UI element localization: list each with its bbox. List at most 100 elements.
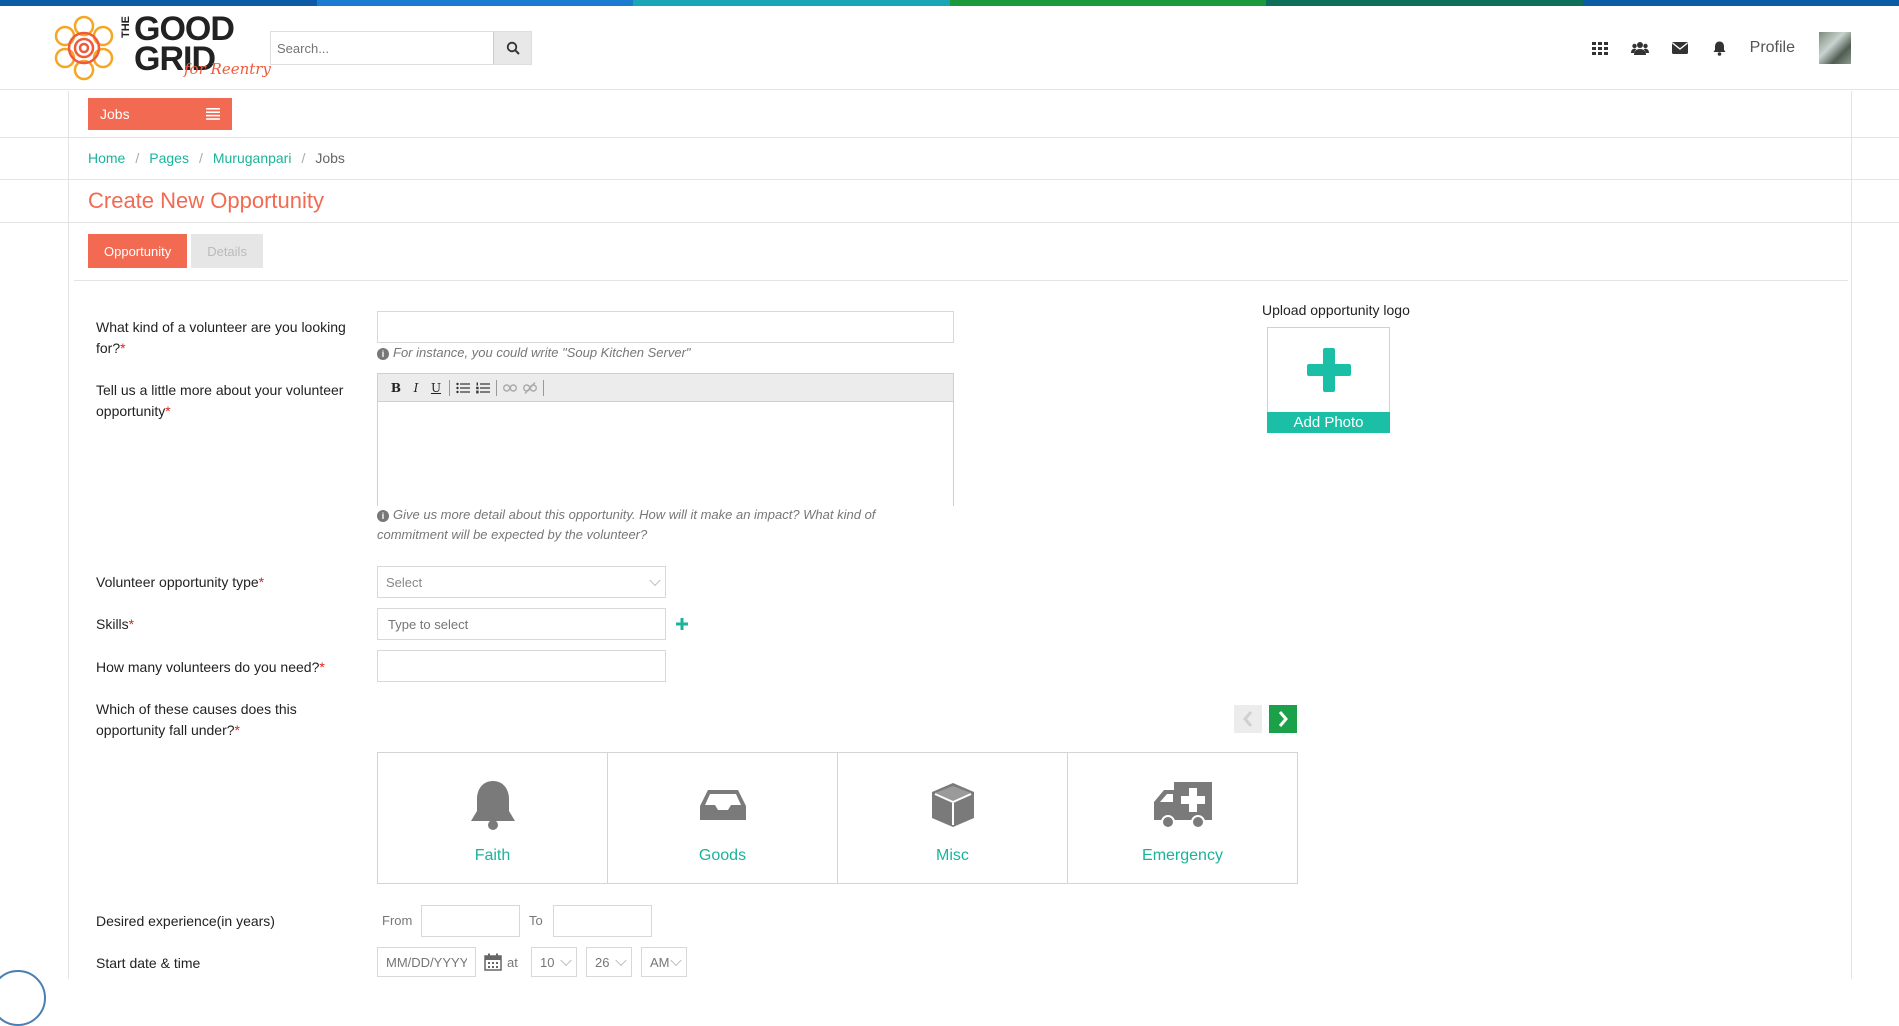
description-editor: B I U xyxy=(377,373,954,506)
underline-button[interactable]: U xyxy=(426,378,446,398)
breadcrumb-home[interactable]: Home xyxy=(88,150,125,166)
skills-label: Skills* xyxy=(96,614,366,635)
cause-name: Faith xyxy=(474,847,511,864)
upload-logo-dropzone[interactable] xyxy=(1267,327,1390,413)
cause-misc[interactable]: Misc xyxy=(838,753,1068,883)
ambulance-icon xyxy=(1148,775,1218,835)
carousel-next-button[interactable] xyxy=(1269,705,1297,733)
required-mark: * xyxy=(120,340,126,356)
cause-faith[interactable]: Faith xyxy=(378,753,608,883)
cause-name: Goods xyxy=(698,847,747,864)
logo-the: THE xyxy=(120,16,132,38)
breadcrumb-pages[interactable]: Pages xyxy=(149,150,189,166)
list-menu-icon xyxy=(206,108,220,120)
volunteer-kind-label-line1: What kind of a volunteer are you looking xyxy=(96,319,346,335)
volunteer-count-input[interactable] xyxy=(377,650,666,682)
skills-label-text: Skills xyxy=(96,616,129,632)
italic-button[interactable]: I xyxy=(406,378,426,398)
logo-subtitle: for Reentry xyxy=(184,60,271,78)
search-button[interactable] xyxy=(493,32,531,64)
tab-opportunity[interactable]: Opportunity xyxy=(88,234,188,268)
top-header: THE GOOD GRID for Reentry Profile xyxy=(0,6,1899,90)
description-label: Tell us a little more about your volunte… xyxy=(96,380,366,422)
profile-link[interactable]: Profile xyxy=(1750,39,1795,57)
hour-value: 10 xyxy=(540,954,555,970)
required-mark: * xyxy=(319,659,325,675)
causes-label: Which of these causes does this opportun… xyxy=(96,699,366,741)
experience-from-label: From xyxy=(382,913,413,928)
experience-to-label: To xyxy=(529,913,543,928)
chevron-right-icon xyxy=(1278,711,1288,727)
calendar-icon[interactable] xyxy=(484,953,502,971)
grid-icon xyxy=(1591,41,1608,55)
help-bubble[interactable] xyxy=(0,970,46,1026)
experience-label: Desired experience(in years) xyxy=(96,913,275,929)
chevron-down-icon xyxy=(615,954,627,967)
add-skill-icon[interactable] xyxy=(676,618,688,630)
groups-button[interactable] xyxy=(1620,33,1660,63)
required-mark: * xyxy=(234,722,240,738)
volunteer-kind-input[interactable] xyxy=(377,311,954,343)
header-nav: Profile xyxy=(1580,30,1851,66)
breadcrumb-user[interactable]: Muruganpari xyxy=(213,150,292,166)
experience-from-input[interactable] xyxy=(421,905,520,937)
chevron-down-icon xyxy=(560,954,572,967)
causes-carousel: Faith Goods Misc Emergency xyxy=(377,752,1298,884)
breadcrumb-separator: / xyxy=(135,150,140,166)
info-icon: i xyxy=(377,348,389,360)
numbered-list-button[interactable] xyxy=(473,378,493,398)
description-textarea[interactable] xyxy=(378,402,953,506)
unlink-button[interactable] xyxy=(520,378,540,398)
bell-icon xyxy=(458,775,528,835)
bold-button[interactable]: B xyxy=(386,378,406,398)
toolbar-separator xyxy=(496,379,497,396)
breadcrumb-current: Jobs xyxy=(315,150,345,166)
cube-icon xyxy=(918,775,988,835)
ampm-select[interactable]: AM xyxy=(641,947,687,977)
minute-select[interactable]: 26 xyxy=(586,947,632,977)
description-label-line1: Tell us a little more about your volunte… xyxy=(96,382,344,398)
opportunity-type-select[interactable]: Select xyxy=(377,566,666,598)
divider xyxy=(0,179,1899,180)
cause-emergency[interactable]: Emergency xyxy=(1068,753,1297,883)
hour-select[interactable]: 10 xyxy=(531,947,577,977)
volunteer-count-label-text: How many volunteers do you need? xyxy=(96,659,320,675)
jobs-menu-button[interactable]: Jobs xyxy=(88,98,232,130)
tab-details[interactable]: Details xyxy=(191,234,263,268)
good-grid-logo[interactable]: THE GOOD GRID for Reentry xyxy=(48,10,271,86)
messages-button[interactable] xyxy=(1660,33,1700,63)
link-icon xyxy=(503,383,517,392)
search-bar xyxy=(270,31,532,65)
chevron-down-icon xyxy=(670,954,682,967)
notifications-button[interactable] xyxy=(1700,33,1740,63)
opportunity-type-value: Select xyxy=(386,574,423,590)
add-photo-button[interactable]: Add Photo xyxy=(1267,412,1390,433)
cause-name: Emergency xyxy=(1142,847,1223,864)
description-hint-line2: commitment will be expected by the volun… xyxy=(377,527,648,542)
users-icon xyxy=(1630,42,1649,55)
start-date-input[interactable] xyxy=(377,947,476,977)
skills-input[interactable] xyxy=(377,608,666,640)
link-button[interactable] xyxy=(500,378,520,398)
flower-logo-icon xyxy=(54,15,114,81)
carousel-prev-button[interactable] xyxy=(1234,705,1262,733)
causes-label-line2: opportunity fall under? xyxy=(96,722,235,738)
upload-logo-title: Upload opportunity logo xyxy=(1262,302,1410,318)
volunteer-count-label: How many volunteers do you need?* xyxy=(96,657,366,678)
search-icon xyxy=(506,41,520,55)
apps-grid-button[interactable] xyxy=(1580,33,1620,63)
causes-label-line1: Which of these causes does this xyxy=(96,701,297,717)
jobs-menu-label: Jobs xyxy=(100,106,130,122)
experience-to-input[interactable] xyxy=(553,905,652,937)
unlink-icon xyxy=(523,381,537,394)
ampm-value: AM xyxy=(650,954,670,970)
divider xyxy=(0,137,1899,138)
cause-name: Misc xyxy=(936,847,969,864)
avatar[interactable] xyxy=(1819,32,1851,64)
cause-goods[interactable]: Goods xyxy=(608,753,838,883)
opportunity-type-label: Volunteer opportunity type* xyxy=(96,572,366,593)
description-label-line2: opportunity xyxy=(96,403,166,419)
breadcrumb-separator: / xyxy=(198,150,203,166)
search-input[interactable] xyxy=(271,32,493,64)
bullet-list-button[interactable] xyxy=(453,378,473,398)
